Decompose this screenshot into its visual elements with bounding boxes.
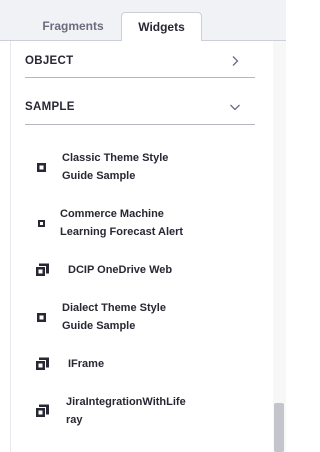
widget-item[interactable]: Commerce Machine Learning Forecast Alert bbox=[34, 205, 234, 241]
scrollbar-track[interactable] bbox=[273, 41, 286, 452]
widget-label: Dialect Theme Style Guide Sample bbox=[62, 302, 166, 332]
chevron-down-icon bbox=[230, 104, 240, 111]
section-header-object[interactable]: OBJECT bbox=[25, 44, 255, 78]
widget-single-small-icon bbox=[38, 220, 45, 227]
widget-instanceable-icon bbox=[35, 404, 49, 418]
widget-item[interactable]: Classic Theme Style Guide Sample bbox=[34, 149, 234, 185]
widget-instanceable-icon bbox=[35, 263, 49, 277]
section-divider bbox=[25, 77, 255, 78]
tab-fragments[interactable]: Fragments bbox=[28, 12, 118, 41]
widget-item[interactable]: DCIP OneDrive Web bbox=[34, 261, 234, 279]
widget-single-icon bbox=[37, 163, 46, 172]
widget-single-icon bbox=[37, 313, 46, 322]
widget-label: IFrame bbox=[68, 358, 105, 370]
section-header-sample[interactable]: SAMPLE bbox=[25, 90, 255, 124]
section-label: SAMPLE bbox=[25, 101, 75, 113]
widget-instanceable-icon bbox=[35, 357, 49, 371]
tab-widgets[interactable]: Widgets bbox=[121, 12, 202, 42]
widget-item[interactable]: Dialect Theme Style Guide Sample bbox=[34, 299, 234, 335]
section-label: OBJECT bbox=[25, 55, 74, 67]
widget-label: Commerce Machine Learning Forecast Alert bbox=[60, 208, 184, 238]
widget-item[interactable]: IFrame bbox=[34, 355, 234, 373]
scrollbar-thumb[interactable] bbox=[274, 403, 284, 452]
chevron-right-icon bbox=[232, 56, 239, 66]
widget-label: JiraIntegrationWithLife ray bbox=[66, 396, 186, 426]
widget-label: Classic Theme Style Guide Sample bbox=[62, 152, 169, 182]
widget-item[interactable]: JiraIntegrationWithLife ray bbox=[34, 393, 234, 429]
section-divider bbox=[25, 124, 255, 125]
widget-label: DCIP OneDrive Web bbox=[68, 264, 173, 276]
